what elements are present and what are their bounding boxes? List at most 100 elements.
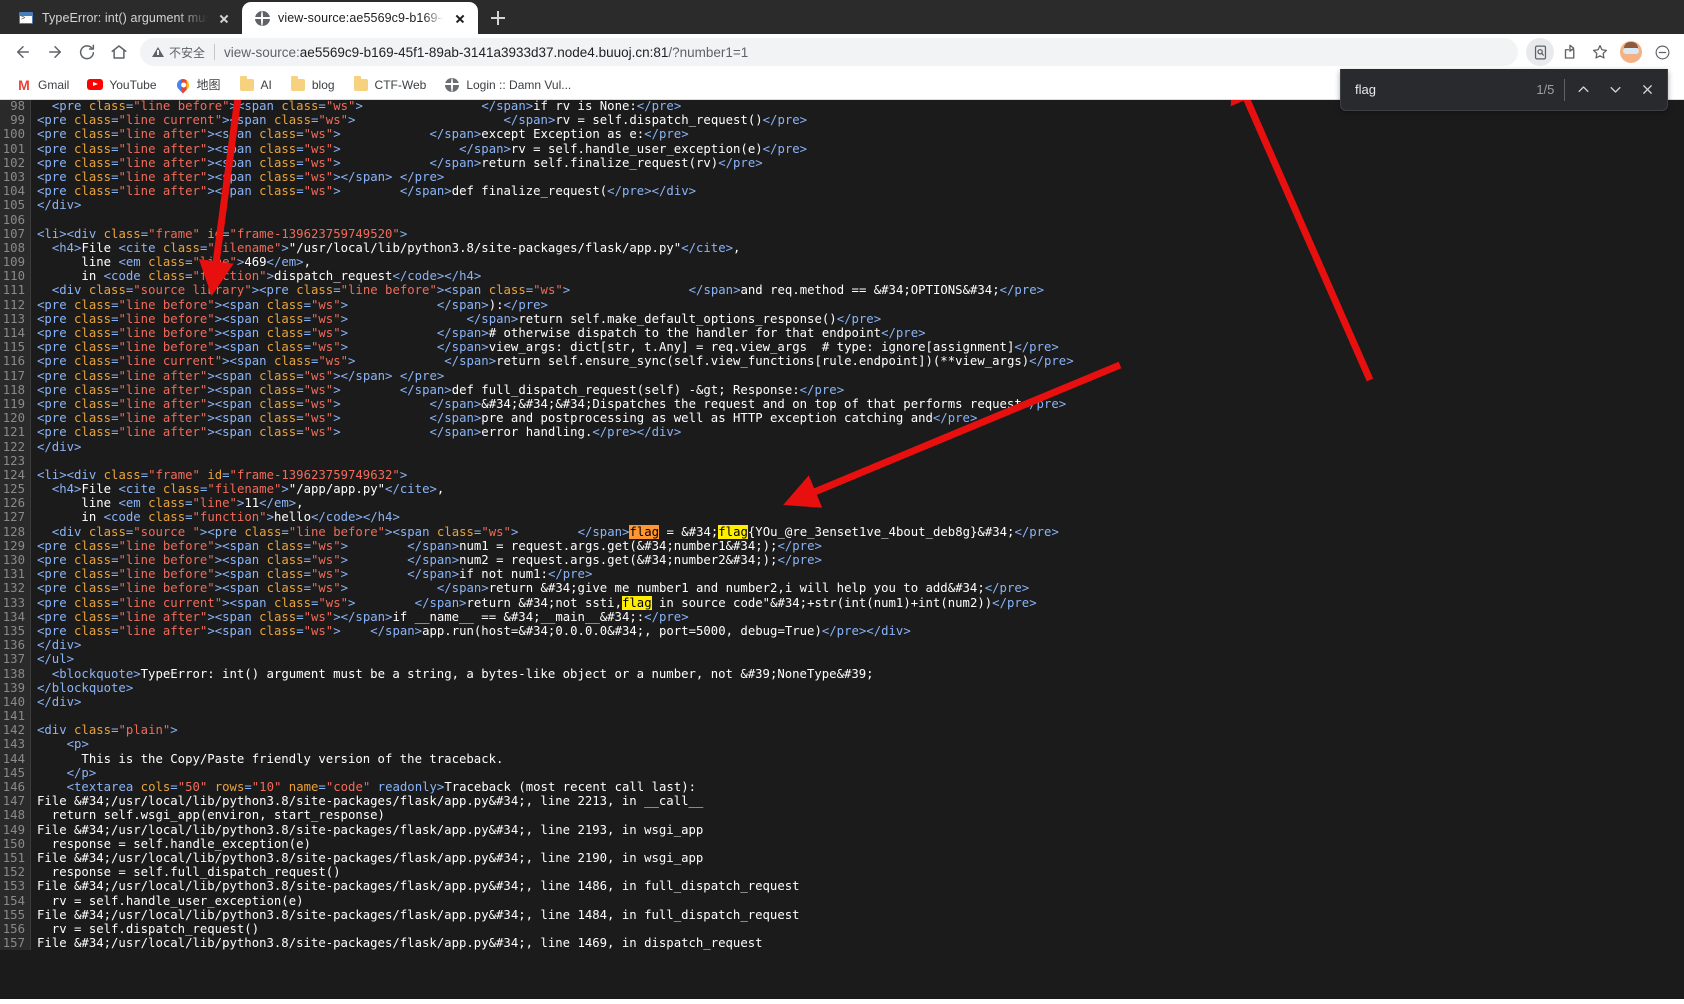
find-input[interactable]	[1355, 82, 1531, 97]
home-icon[interactable]	[104, 37, 134, 67]
line-number: 102	[2, 155, 25, 170]
line-number: 122	[2, 439, 25, 454]
line-number: 104	[2, 184, 25, 199]
bookmark-folder-ctf-web[interactable]: CTF-Web	[345, 73, 435, 97]
line-number: 118	[2, 382, 25, 397]
line-number: 124	[2, 467, 25, 482]
bookmark-gmail[interactable]: M Gmail	[8, 73, 77, 97]
line-number: 117	[2, 368, 25, 383]
line-number: 140	[2, 694, 25, 709]
bookmark-folder-blog[interactable]: blog	[282, 73, 343, 97]
browser-toolbar: 不安全 view-source:ae5569c9-b169-45f1-89ab-…	[0, 34, 1684, 70]
close-icon[interactable]	[1631, 74, 1663, 106]
bookmark-youtube[interactable]: YouTube	[79, 73, 164, 97]
line-number: 139	[2, 680, 25, 695]
reload-icon[interactable]	[72, 37, 102, 67]
source-line: This is the Copy/Paste friendly version …	[37, 751, 504, 766]
close-icon[interactable]	[452, 10, 468, 26]
line-number: 130	[2, 553, 25, 567]
source-line: <p>	[66, 737, 89, 752]
security-label: 不安全	[169, 45, 206, 60]
line-number: 156	[2, 921, 25, 936]
source-line: <pre class="line after"><span class="ws"…	[37, 396, 1067, 411]
line-number: 148	[2, 808, 25, 823]
profile-avatar[interactable]	[1620, 41, 1642, 63]
share-icon[interactable]	[1556, 38, 1584, 66]
source-line: File &#34;/usr/local/lib/python3.8/site-…	[37, 850, 704, 865]
line-number-gutter: 98 99 100 101 102 103 104 105 106 107 108 109 110 111…	[0, 100, 31, 951]
line-number: 112	[2, 297, 25, 312]
browser-tab-typeerror[interactable]: TypeError: int() argument must	[6, 2, 242, 34]
line-number: 114	[2, 326, 25, 340]
bookmark-dvwa-login[interactable]: Login :: Damn Vul...	[436, 73, 579, 97]
line-number: 101	[2, 141, 25, 156]
source-line: <pre class="line after"><span class="ws"…	[37, 184, 697, 199]
source-line: <pre class="line current"><span class="w…	[37, 354, 1074, 369]
url-text: view-source:ae5569c9-b169-45f1-89ab-3141…	[224, 45, 1510, 60]
source-line: File &#34;/usr/local/lib/python3.8/site-…	[37, 794, 704, 809]
gmail-icon: M	[18, 76, 30, 93]
source-line: <pre class="line after"><span class="ws"…	[37, 368, 445, 383]
line-number: 126	[2, 496, 25, 511]
source-line: </div>	[37, 694, 82, 709]
source-line: </blockquote>	[37, 680, 134, 695]
line-number: 143	[2, 737, 25, 752]
tab-title: TypeError: int() argument must	[42, 11, 208, 25]
bookmark-folder-ai[interactable]: AI	[231, 73, 280, 97]
line-number: 144	[2, 751, 25, 766]
line-number: 99	[10, 113, 25, 128]
line-number: 108	[2, 240, 25, 255]
omnibox[interactable]: 不安全 view-source:ae5569c9-b169-45f1-89ab-…	[140, 38, 1518, 66]
line-number: 151	[2, 850, 25, 865]
source-line: <pre class="line current"><span class="w…	[37, 113, 808, 128]
url-host: ae5569c9-b169-45f1-89ab-3141a3933d37.nod…	[299, 44, 669, 60]
back-arrow-icon[interactable]	[8, 37, 38, 67]
source-line	[37, 709, 1074, 723]
bookmark-label: Login :: Damn Vul...	[466, 77, 572, 92]
new-tab-button[interactable]	[484, 4, 512, 32]
browser-tab-view-source[interactable]: view-source:ae5569c9-b169-4	[242, 2, 478, 34]
source-line: <pre class="line before"><span class="ws…	[37, 538, 822, 553]
line-number: 136	[2, 638, 25, 653]
bookmark-maps[interactable]: 地图	[167, 73, 229, 97]
source-line: <h4>File <cite class="filename">"/app/ap…	[51, 482, 445, 497]
source-line: <pre class="line after"><span class="ws"…	[37, 127, 689, 142]
folder-icon	[239, 76, 255, 93]
minimize-circle-icon[interactable]	[1648, 38, 1676, 66]
forward-arrow-icon[interactable]	[40, 37, 70, 67]
line-number: 127	[2, 510, 25, 525]
line-number: 120	[2, 411, 25, 426]
line-number: 125	[2, 482, 25, 497]
bookmark-star-icon[interactable]	[1586, 38, 1614, 66]
line-number: 113	[2, 311, 25, 326]
close-icon[interactable]	[216, 10, 232, 26]
source-line: <li><div class="frame" id="frame-1396237…	[37, 226, 408, 241]
source-line: </ul>	[37, 652, 75, 667]
toolbar-icon-group	[1526, 38, 1676, 66]
line-number: 131	[2, 567, 25, 582]
warning-triangle-icon	[152, 47, 164, 57]
line-number: 145	[2, 765, 25, 780]
line-number: 133	[2, 595, 25, 610]
source-line: <pre class="line after"><span class="ws"…	[37, 623, 911, 638]
source-line: line <em class="line">11</em>,	[37, 496, 304, 511]
source-code[interactable]: <pre class="line before"><span class="ws…	[31, 100, 1074, 950]
line-number: 106	[2, 212, 25, 227]
chevron-down-icon[interactable]	[1599, 74, 1631, 106]
tab-strip: TypeError: int() argument must view-sour…	[0, 0, 1684, 34]
source-line: File &#34;/usr/local/lib/python3.8/site-…	[37, 879, 800, 894]
bookmark-label: 地图	[196, 78, 221, 92]
page-search-icon[interactable]	[1526, 38, 1554, 66]
line-number: 142	[2, 723, 25, 738]
line-number: 129	[2, 538, 25, 553]
source-line: File &#34;/usr/local/lib/python3.8/site-…	[37, 936, 763, 951]
line-number: 135	[2, 623, 25, 638]
url-scheme: view-source:	[224, 44, 300, 60]
source-line: <pre class="line before"><span class="ws…	[37, 340, 1059, 355]
line-number: 132	[2, 581, 25, 596]
chevron-up-icon[interactable]	[1567, 74, 1599, 106]
line-number: 128	[2, 524, 25, 539]
source-line: <li><div class="frame" id="frame-1396237…	[37, 467, 408, 482]
security-warning[interactable]: 不安全	[152, 44, 205, 61]
url-path: /?number1=1	[668, 44, 749, 60]
